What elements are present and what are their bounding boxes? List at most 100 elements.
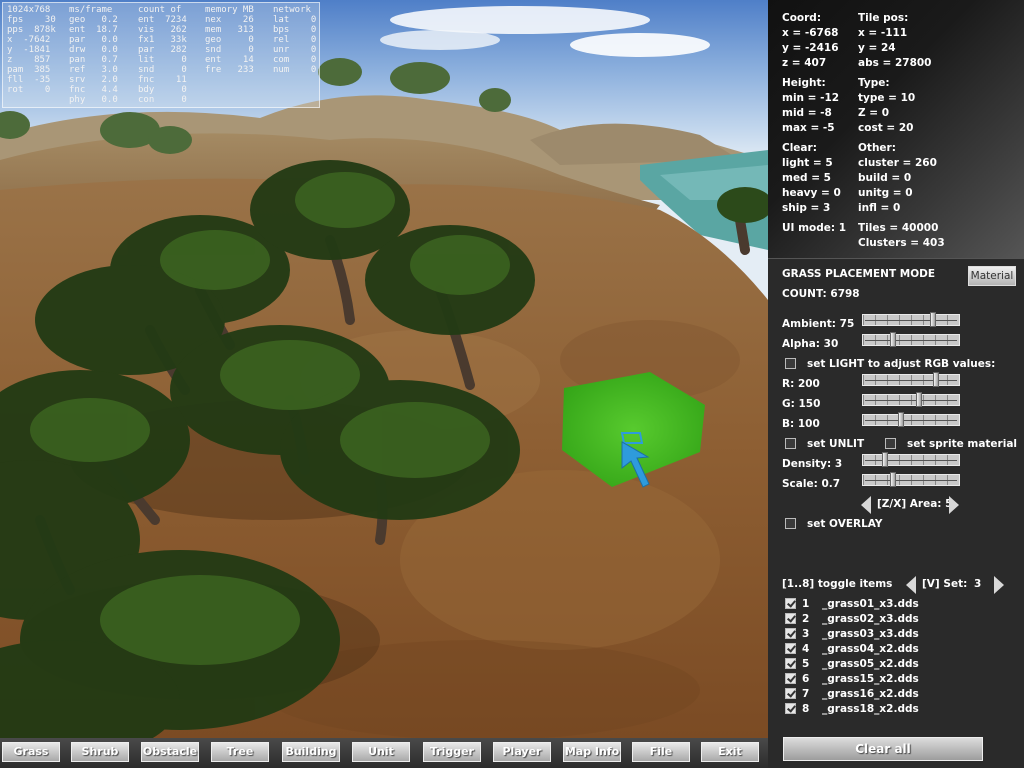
set-sprite-material-checkbox[interactable] [885,438,896,449]
debug-stats-overlay: 1024x768 fps 30 pps 878k x -7642 y -1841 z 85… [2,2,320,108]
type-type: type = 10 [858,92,916,104]
stats-line: pps 878k [7,25,56,35]
grass-item-checkbox[interactable] [785,658,796,669]
stats-line: geo 0 [205,35,254,45]
terrain-scene[interactable] [0,0,768,738]
height-min: min = -12 [782,92,840,104]
slider-knob[interactable] [898,412,905,427]
slider-knob[interactable] [890,472,897,487]
grass-item-checkbox[interactable] [785,598,796,609]
stats-col-ms-frame: ms/frame geo 0.2 ent 18.7 par 0.0 drw 0.0 pan… [69,5,118,105]
g-slider[interactable] [862,392,960,410]
grass-item-number: 3 [802,628,810,640]
toolbar-unit-button[interactable]: Unit [352,742,410,762]
scale-label: Scale: 0.7 [782,478,841,490]
toolbar-building-button[interactable]: Building [282,742,340,762]
clear-label: Clear: [782,142,817,154]
grass-item-name: _grass15_x2.dds [822,673,919,685]
height-mid: mid = -8 [782,107,832,119]
stats-line: lat 0 [273,15,317,25]
set-unlit-checkbox[interactable] [785,438,796,449]
slider-knob[interactable] [915,392,922,407]
stats-line: phy 0.0 [69,95,118,105]
grass-item-number: 7 [802,688,810,700]
toolbar-player-button[interactable]: Player [493,742,551,762]
toolbar-map-info-button[interactable]: Map Info [563,742,621,762]
grass-item-checkbox[interactable] [785,673,796,684]
bottom-toolbar: Grass Shrub Obstacle Tree Building Unit … [0,738,768,768]
grass-item-name: _grass03_x3.dds [822,628,919,640]
toolbar-exit-button[interactable]: Exit [701,742,759,762]
ambient-slider[interactable] [862,312,960,330]
alpha-slider[interactable] [862,332,960,350]
toggle-items-label: [1..8] toggle items [782,578,893,590]
set-sprite-material-label: set sprite material [907,438,1018,450]
slider-knob[interactable] [932,372,939,387]
grass-item-checkbox[interactable] [785,613,796,624]
set-light-label: set LIGHT to adjust RGB values: [807,358,996,370]
area-decrease-arrow-icon[interactable] [861,496,871,514]
coord-x: x = -6768 [782,27,839,39]
toolbar-grass-button[interactable]: Grass [2,742,60,762]
coord-label: Coord: [782,12,822,24]
toolbar-trigger-button[interactable]: Trigger [423,742,481,762]
set-overlay-checkbox[interactable] [785,518,796,529]
grass-item-number: 6 [802,673,810,685]
b-slider[interactable] [862,412,960,430]
grass-item-checkbox[interactable] [785,703,796,714]
other-build: build = 0 [858,172,912,184]
material-button[interactable]: Material [968,266,1016,286]
height-label: Height: [782,77,826,89]
toolbar-shrub-button[interactable]: Shrub [71,742,129,762]
type-cost: cost = 20 [858,122,914,134]
mode-title: GRASS PLACEMENT MODE [782,268,936,280]
set-light-checkbox[interactable] [785,358,796,369]
stats-col-memory: memory MB nex 26 mem 313 geo 0 snd 0 ent 14 fr… [205,5,254,75]
r-slider[interactable] [862,372,960,390]
clusters-count: Clusters = 403 [858,237,945,249]
toolbar-obstacle-button[interactable]: Obstacle [141,742,199,762]
stats-line: snd 0 [138,65,187,75]
other-unitg: unitg = 0 [858,187,913,199]
stats-line: com 0 [273,55,317,65]
g-label: G: 150 [782,398,821,410]
grass-item-name: _grass01_x3.dds [822,598,919,610]
type-label: Type: [858,77,890,89]
slider-knob[interactable] [930,312,936,327]
grass-item-name: _grass04_x2.dds [822,643,919,655]
ui-mode: UI mode: 1 [782,222,847,234]
clear-all-button[interactable]: Clear all [783,737,983,761]
stats-line: geo 0.2 [69,15,118,25]
3d-viewport[interactable]: 1024x768 fps 30 pps 878k x -7642 y -1841 z 85… [0,0,768,738]
area-increase-arrow-icon[interactable] [949,496,959,514]
grass-item-checkbox[interactable] [785,688,796,699]
slider-knob[interactable] [881,452,888,467]
grass-item-number: 2 [802,613,810,625]
toolbar-file-button[interactable]: File [632,742,690,762]
grass-item-checkbox[interactable] [785,628,796,639]
tiles-count: Tiles = 40000 [858,222,939,234]
r-label: R: 200 [782,378,820,390]
coord-z: z = 407 [782,57,827,69]
stats-line: y -1841 [7,45,51,55]
stats-line: fll -35 [7,75,51,85]
toolbar-tree-button[interactable]: Tree [211,742,269,762]
set-prev-arrow-icon[interactable] [906,576,916,594]
scale-slider[interactable] [862,472,960,490]
stats-line: ms/frame [69,5,113,15]
grass-item-name: _grass18_x2.dds [822,703,919,715]
stats-line: snd 0 [205,45,254,55]
grass-item-name: _grass02_x3.dds [822,613,919,625]
set-value: 3 [974,578,982,590]
grass-item-checkbox[interactable] [785,643,796,654]
tile-pos-y: y = 24 [858,42,896,54]
stats-line: num 0 [273,65,317,75]
ambient-label: Ambient: 75 [782,318,855,330]
set-next-arrow-icon[interactable] [994,576,1004,594]
slider-knob[interactable] [890,332,897,347]
stats-line: memory MB [205,5,254,15]
tile-pos-x: x = -111 [858,27,908,39]
type-z: Z = 0 [858,107,890,119]
density-slider[interactable] [862,452,960,470]
stats-line: fre 233 [205,65,254,75]
